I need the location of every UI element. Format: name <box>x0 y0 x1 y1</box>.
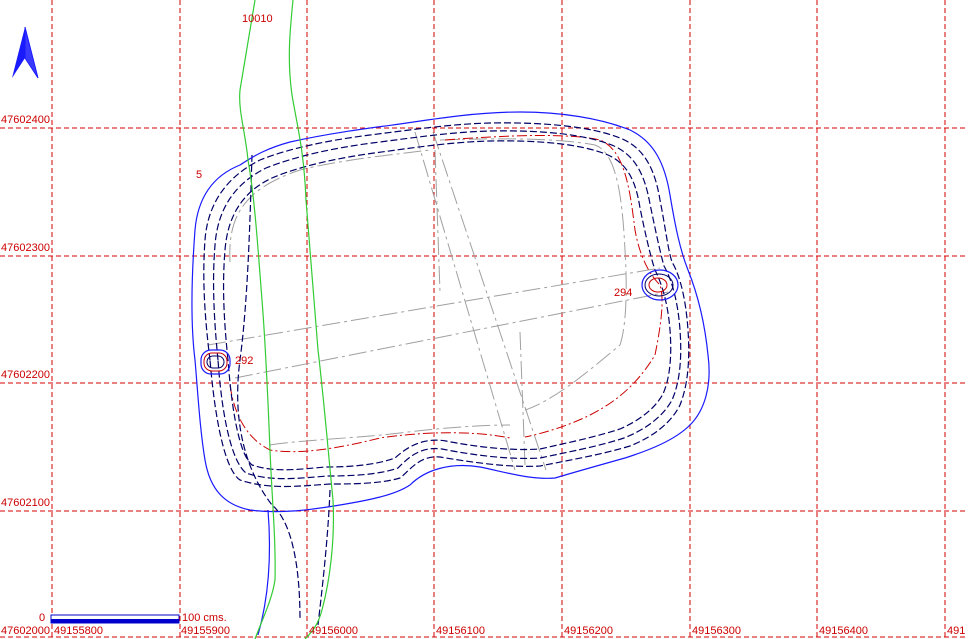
marker-292-outer <box>200 349 231 375</box>
contour-navy-3 <box>222 140 672 471</box>
marker-292-label: 292 <box>235 355 253 367</box>
scale-start-label: 0 <box>39 612 45 624</box>
small-label: 5 <box>196 169 202 181</box>
x-label-49156000: 49156000 <box>309 625 358 637</box>
y-coordinate-labels: 47602400 47602300 47602200 47602100 4760… <box>1 114 50 637</box>
y-label-47602300: 47602300 <box>1 242 50 254</box>
x-label-49156100: 49156100 <box>436 625 485 637</box>
marker-292[interactable]: 292 <box>200 349 253 375</box>
y-label-47602200: 47602200 <box>1 369 50 381</box>
gray-line-8 <box>439 138 627 411</box>
contour-navy-west-spur <box>237 154 301 621</box>
x-label-49156400: 49156400 <box>819 625 868 637</box>
contour-navy-south-spur <box>317 489 331 626</box>
x-label-49155800: 49155800 <box>54 625 103 637</box>
scale-bar-fill <box>51 619 179 623</box>
y-label-47602100: 47602100 <box>1 497 50 509</box>
navy-contours <box>203 122 690 626</box>
north-arrow-left-half <box>12 27 25 78</box>
y-label-47602000: 47602000 <box>1 625 50 637</box>
gray-line-2 <box>432 131 547 471</box>
gray-line-7 <box>229 149 431 263</box>
road-10010 <box>239 0 335 639</box>
red-contour-south <box>229 384 511 453</box>
road-label: 10010 <box>242 13 273 25</box>
scale-bar: 0 100 cms. <box>39 612 227 624</box>
y-label-47602400: 47602400 <box>1 114 50 126</box>
x-label-49155900: 49155900 <box>181 625 230 637</box>
gray-line-5 <box>434 149 441 293</box>
north-arrow-icon <box>12 26 39 79</box>
outer-contour <box>191 111 710 636</box>
x-coordinate-labels: 49155800 49155900 49156000 49156100 4915… <box>54 625 965 637</box>
red-contours <box>229 134 663 453</box>
gray-line-4 <box>234 291 669 379</box>
x-label-49156300: 49156300 <box>692 625 741 637</box>
north-arrow-right-half <box>24 26 39 79</box>
interior-lines <box>207 131 669 471</box>
x-label-491: 491 <box>947 625 965 637</box>
gray-line-6 <box>519 331 526 466</box>
x-label-49156200: 49156200 <box>564 625 613 637</box>
marker-294-inner <box>648 277 668 293</box>
map-canvas[interactable]: 292 294 10010 5 47602400 47602300 476022… <box>0 0 968 639</box>
scale-end-label: 100 cms. <box>182 612 227 624</box>
coordinate-grid <box>0 0 968 639</box>
gray-line-9 <box>269 424 511 446</box>
marker-294-label: 294 <box>614 287 632 299</box>
gray-line-1 <box>414 131 516 471</box>
